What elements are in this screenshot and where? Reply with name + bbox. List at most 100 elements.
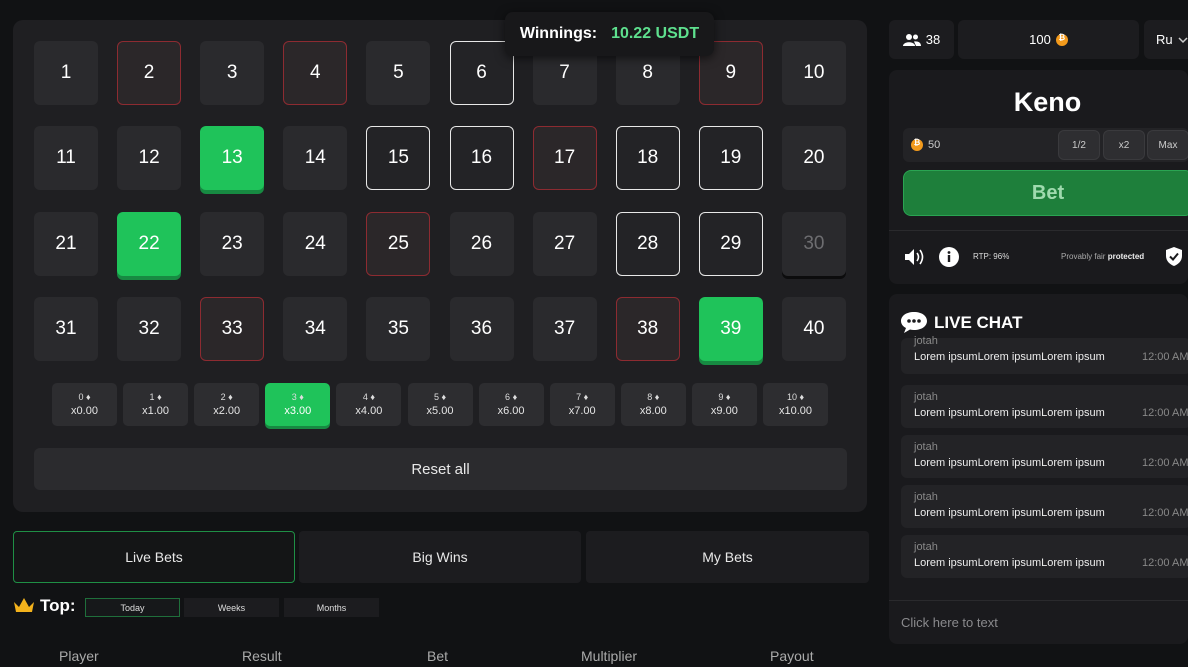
hits-count: 8 ♦ [647, 392, 660, 402]
gem-icon: ♦ [228, 392, 233, 402]
number-tile-22[interactable]: 22 [117, 211, 182, 276]
gem-icon: ♦ [299, 392, 304, 402]
number-tile-26[interactable]: 26 [449, 211, 514, 276]
reset-all-button[interactable]: Reset all [34, 448, 847, 490]
multiplier-chip[interactable]: 5 ♦ x5.00 [407, 383, 473, 426]
winnings-tooltip: Winnings: 10.22 USDT [505, 12, 714, 56]
column-player: Player [59, 648, 99, 664]
double-bet-button[interactable]: x2 [1103, 130, 1145, 160]
number-tile-23[interactable]: 23 [200, 211, 265, 276]
multiplier-value: x0.00 [71, 405, 98, 417]
language-select[interactable]: Ru [1144, 20, 1188, 59]
number-tile-25[interactable]: 25 [366, 211, 431, 276]
max-bet-button[interactable]: Max [1147, 130, 1188, 160]
number-tile-5[interactable]: 5 [366, 41, 431, 105]
balance-value: 100 [1029, 32, 1051, 47]
multiplier-chip[interactable]: 2 ♦ x2.00 [194, 383, 260, 426]
chat-text: Lorem ipsumLorem ipsumLorem ipsum [914, 557, 1105, 569]
number-tile-1[interactable]: 1 [34, 41, 98, 105]
bet-amount-input[interactable]: 50 [903, 128, 1188, 162]
multiplier-chip[interactable]: 0 ♦ x0.00 [52, 383, 117, 426]
multiplier-chip[interactable]: 4 ♦ x4.00 [336, 383, 402, 426]
number-tile-20[interactable]: 20 [781, 126, 846, 191]
number-tile-3[interactable]: 3 [200, 41, 265, 105]
hits-count: 5 ♦ [433, 392, 447, 402]
number-tile-17[interactable]: 17 [532, 126, 597, 191]
number-tile-27[interactable]: 27 [532, 211, 597, 276]
number-tile-40[interactable]: 40 [781, 296, 846, 361]
number-tile-4[interactable]: 4 [283, 41, 348, 105]
live-chat: LIVE CHAT jotah Lorem ipsumLorem ipsumLo… [889, 294, 1188, 644]
number-tile-10[interactable]: 10 [781, 41, 846, 105]
hits-count: 4 ♦ [362, 392, 375, 402]
number-tile-32[interactable]: 32 [117, 296, 182, 361]
bet-button[interactable]: Bet [903, 170, 1188, 216]
number-tile-14[interactable]: 14 [283, 126, 348, 191]
game-panel: Keno 50 1/2 x2 Max Bet RTP: 96% Provably… [889, 70, 1188, 284]
number-tile-12[interactable]: 12 [117, 126, 182, 191]
number-tile-13[interactable]: 13 [200, 126, 265, 191]
gem-icon: ♦ [583, 392, 589, 402]
multiplier-chip[interactable]: 1 ♦ x1.00 [123, 383, 189, 426]
winnings-value: 10.22 USDT [611, 25, 700, 42]
number-tile-24[interactable]: 24 [283, 211, 348, 276]
keno-board: 1 2 3 4 5 6 7 8 9 10 11 12 13 14 15 16 17 18 19 20 21 22 23 24 2… [13, 20, 867, 512]
provably-fair[interactable]: Provably fair protected [1061, 252, 1144, 261]
period-weeks[interactable]: Weeks [184, 598, 279, 617]
number-tile-38[interactable]: 38 [615, 296, 680, 361]
number-tile-21[interactable]: 21 [34, 211, 98, 276]
number-tile-15[interactable]: 15 [366, 126, 431, 191]
number-tile-39[interactable]: 39 [698, 296, 763, 361]
winnings-label: Winnings: [519, 25, 598, 42]
gem-icon: ♦ [654, 392, 660, 402]
shield-check-icon [1166, 247, 1182, 266]
chat-user: jotah [914, 491, 938, 503]
multiplier-value: x4.00 [355, 405, 383, 417]
number-tile-6[interactable]: 6 [449, 41, 514, 105]
number-tile-19[interactable]: 19 [698, 126, 763, 191]
number-tile-34[interactable]: 34 [283, 296, 348, 361]
multiplier-chip[interactable]: 9 ♦ x9.00 [691, 383, 757, 426]
gem-icon: ♦ [85, 392, 91, 402]
column-payout: Payout [770, 648, 814, 664]
multiplier-value: x8.00 [639, 405, 667, 417]
half-bet-button[interactable]: 1/2 [1058, 130, 1100, 160]
tab-live-bets[interactable]: Live Bets [13, 531, 295, 583]
hits-count: 3 ♦ [291, 392, 304, 402]
number-tile-11[interactable]: 11 [34, 126, 98, 191]
balance: 100 [958, 20, 1139, 59]
multiplier-chip[interactable]: 3 ♦ x3.00 [265, 383, 331, 426]
number-tile-16[interactable]: 16 [449, 126, 514, 191]
chat-input[interactable]: Click here to text [889, 600, 1188, 644]
tab-big-wins[interactable]: Big Wins [299, 531, 581, 583]
multiplier-chip[interactable]: 8 ♦ x8.00 [620, 383, 686, 426]
multiplier-chip[interactable]: 6 ♦ x6.00 [478, 383, 544, 426]
sound-icon[interactable] [904, 248, 926, 266]
number-tile-37[interactable]: 37 [532, 296, 597, 361]
number-tile-30[interactable]: 30 [781, 211, 846, 276]
number-tile-36[interactable]: 36 [449, 296, 514, 361]
number-tile-35[interactable]: 35 [366, 296, 431, 361]
gem-icon: ♦ [370, 392, 375, 402]
info-icon[interactable] [939, 247, 959, 267]
hits-count: 10 ♦ [786, 392, 805, 402]
tab-my-bets[interactable]: My Bets [586, 531, 869, 583]
chat-user: jotah [914, 541, 938, 553]
players-count: 38 [925, 32, 941, 47]
number-tile-29[interactable]: 29 [698, 211, 763, 276]
period-today[interactable]: Today [85, 598, 180, 617]
crown-icon [14, 598, 34, 612]
chat-text: Lorem ipsumLorem ipsumLorem ipsum [914, 457, 1105, 469]
multiplier-chip[interactable]: 10 ♦ x10.00 [763, 383, 828, 426]
chat-message: jotah Lorem ipsumLorem ipsumLorem ipsum 12… [901, 385, 1188, 428]
number-tile-18[interactable]: 18 [615, 126, 680, 191]
number-tile-28[interactable]: 28 [615, 211, 680, 276]
number-tile-33[interactable]: 33 [200, 296, 265, 361]
gem-icon: ♦ [512, 392, 518, 402]
number-tile-31[interactable]: 31 [34, 296, 98, 361]
gem-icon: ♦ [157, 392, 162, 402]
column-bet: Bet [427, 648, 449, 664]
multiplier-chip[interactable]: 7 ♦ x7.00 [549, 383, 615, 426]
number-tile-2[interactable]: 2 [117, 41, 182, 105]
period-months[interactable]: Months [284, 598, 379, 617]
